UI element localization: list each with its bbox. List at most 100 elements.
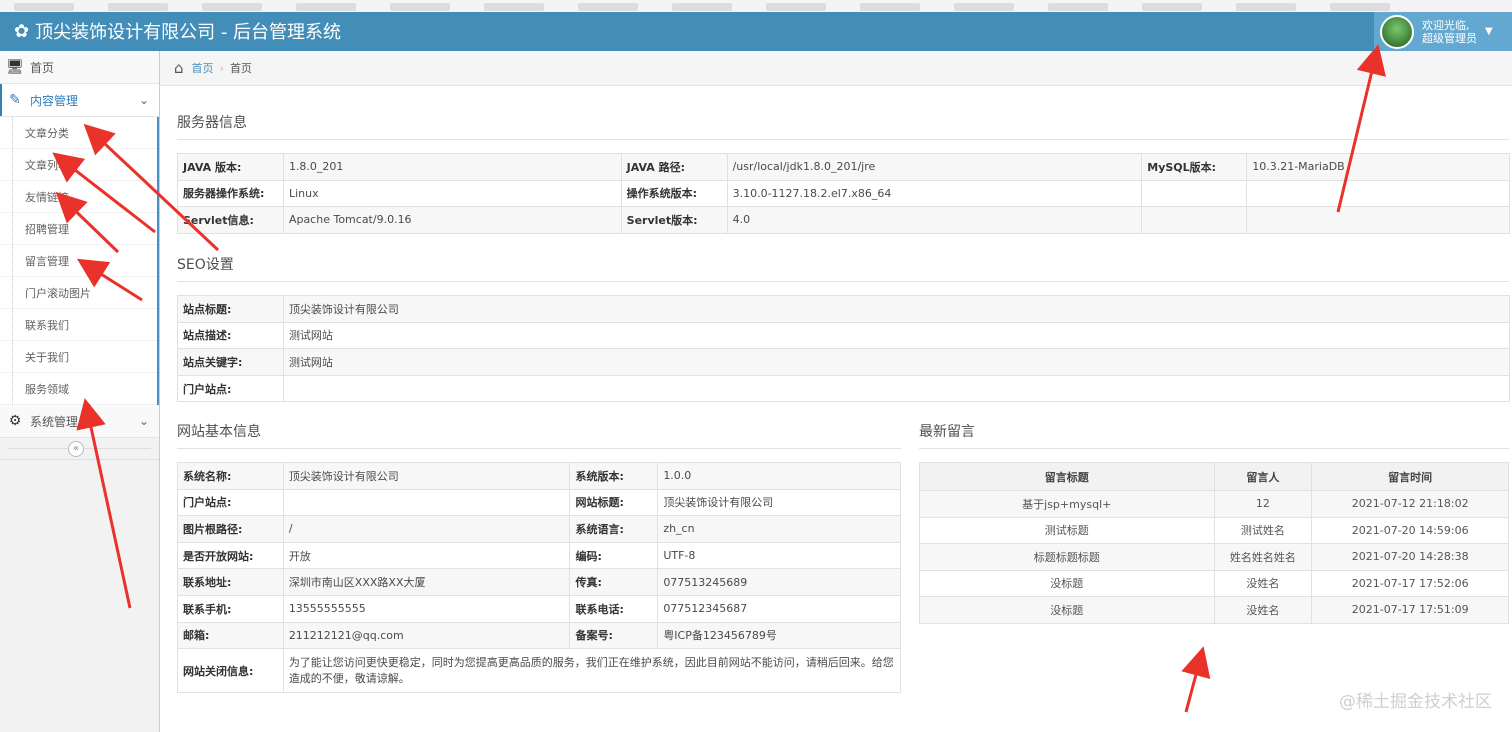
field-value: 211212121@qq.com (282, 621, 571, 650)
submenu-label: 友情链接 (25, 190, 69, 204)
submenu-label: 留言管理 (25, 254, 69, 268)
sidebar-item-content[interactable]: ✎ 内容管理 ⌄ (0, 84, 159, 117)
user-menu[interactable]: 欢迎光临, 超级管理员 ▼ (1374, 12, 1512, 51)
field-value: 13555555555 (282, 594, 571, 623)
monitor-icon: 🖥 (6, 59, 24, 75)
field-label: 服务器操作系统: (177, 179, 284, 208)
submenu-item-friend-links[interactable]: 友情链接 (0, 181, 157, 213)
table-row: 是否开放网站: 开放 编码: UTF-8 (177, 541, 901, 570)
submenu-item-about-us[interactable]: 关于我们 (0, 341, 157, 373)
messages-title: 最新留言 (919, 424, 975, 440)
site-close-message: 为了能让您访问更快更稳定，同时为您提高更高品质的服务，我们正在维护系统，因此目前… (282, 648, 902, 694)
table-row: 图片根路径: / 系统语言: zh_cn (177, 515, 901, 543)
table-row: 门户站点: (177, 374, 1511, 403)
submenu-item-portal-carousel[interactable]: 门户滚动图片 (0, 277, 157, 309)
field-label: JAVA 路径: (620, 153, 728, 181)
table-cell: 2021-07-17 17:52:06 (1311, 569, 1509, 597)
welcome-text: 欢迎光临, 超级管理员 (1422, 19, 1477, 45)
field-value: Linux (282, 179, 622, 208)
edit-icon: ✎ (9, 92, 21, 108)
seo-table: 站点标题: 顶尖装饰设计有限公司 站点描述: 测试网站 站点关键字: 测试网站 门户站点: (177, 295, 1511, 403)
table-cell: 2021-07-17 17:51:09 (1311, 596, 1509, 624)
field-label: 网站关闭信息: (177, 648, 284, 694)
table-cell: 姓名姓名姓名 (1213, 543, 1313, 571)
field-label: 网站标题: (569, 488, 659, 517)
field-label: 门户站点: (177, 374, 284, 403)
sidebar-item-system[interactable]: ⚙ 系统管理 ⌄ (0, 405, 159, 438)
table-cell: 12 (1213, 490, 1313, 518)
table-row: 系统名称: 顶尖装饰设计有限公司 系统版本: 1.0.0 (177, 462, 901, 490)
sidebar-item-label: 首页 (30, 60, 55, 75)
table-row[interactable]: 没标题 没姓名 2021-07-17 17:51:09 (919, 596, 1509, 624)
submenu-label: 关于我们 (25, 350, 69, 364)
caret-down-icon: ▼ (1485, 26, 1493, 37)
submenu-label: 文章分类 (25, 126, 69, 140)
field-label: 联系手机: (177, 594, 284, 623)
server-info-title: 服务器信息 (177, 115, 247, 131)
field-label (1141, 179, 1248, 208)
field-label: 联系电话: (569, 594, 659, 623)
sidebar-item-home[interactable]: 🖥 首页 (0, 51, 159, 84)
field-label: 操作系统版本: (620, 179, 728, 208)
field-value: 顶尖装饰设计有限公司 (657, 488, 901, 517)
field-value: 深圳市南山区XXX路XX大厦 (282, 568, 571, 596)
column-header[interactable]: 留言人 (1213, 462, 1313, 491)
table-cell: 测试姓名 (1213, 516, 1313, 544)
table-row[interactable]: 标题标题标题 姓名姓名姓名 2021-07-20 14:28:38 (919, 543, 1509, 571)
field-label: 系统版本: (569, 462, 659, 490)
table-row: 联系手机: 13555555555 联系电话: 077512345687 (177, 594, 901, 623)
table-cell: 标题标题标题 (919, 543, 1215, 571)
column-header[interactable]: 留言标题 (919, 462, 1215, 491)
table-row[interactable]: 测试标题 测试姓名 2021-07-20 14:59:06 (919, 516, 1509, 544)
submenu-item-article-list[interactable]: 文章列表 (0, 149, 157, 181)
messages-table: 留言标题 留言人 留言时间 基于jsp+mysql+ 12 2021-07-12 21:… (919, 462, 1509, 624)
content-submenu: 文章分类 文章列表 友情链接 招聘管理 留言管理 门户滚动图片 联系我们 关于我… (0, 117, 159, 405)
submenu-label: 门户滚动图片 (25, 286, 91, 300)
field-value: 1.8.0_201 (282, 153, 622, 181)
brand[interactable]: ✿ 顶尖装饰设计有限公司 - 后台管理系统 (14, 18, 341, 44)
field-label: 传真: (569, 568, 659, 596)
field-value: 测试网站 (282, 321, 1511, 350)
field-label: 站点关键字: (177, 348, 284, 376)
divider (177, 139, 1509, 140)
field-label: 门户站点: (177, 488, 284, 517)
field-label: 系统名称: (177, 462, 284, 490)
field-value: 测试网站 (282, 348, 1511, 376)
site-info-title: 网站基本信息 (177, 424, 261, 440)
server-info-table: JAVA 版本: 1.8.0_201 JAVA 路径:/usr/local/jdk1… (177, 153, 1510, 234)
field-value: / (282, 515, 571, 543)
field-value: 077513245689 (657, 568, 901, 596)
field-value (282, 488, 571, 517)
field-label: Servlet版本: (620, 206, 728, 234)
user-role: 超级管理员 (1422, 31, 1477, 45)
table-cell: 没姓名 (1213, 596, 1313, 624)
chevron-down-icon: ⌄ (138, 414, 149, 428)
field-label: 系统语言: (569, 515, 659, 543)
submenu-item-contact-us[interactable]: 联系我们 (0, 309, 157, 341)
submenu-item-article-category[interactable]: 文章分类 (0, 117, 157, 149)
divider (919, 448, 1509, 449)
breadcrumb: ⌂ 首页 › 首页 (160, 51, 1512, 86)
field-label: 备案号: (569, 621, 659, 650)
annotation-arrow (1181, 646, 1211, 713)
submenu-item-service-areas[interactable]: 服务领域 (0, 373, 157, 405)
submenu-item-recruitment[interactable]: 招聘管理 (0, 213, 157, 245)
table-row: 网站关闭信息: 为了能让您访问更快更稳定，同时为您提高更高品质的服务，我们正在维护… (177, 648, 902, 694)
field-value (1246, 179, 1510, 208)
double-chevron-left-icon[interactable]: « (68, 441, 84, 457)
sidebar: 🖥 首页 ✎ 内容管理 ⌄ 文章分类 文章列表 友情链接 招聘管理 留言管理 门… (0, 51, 160, 732)
table-row: 联系地址: 深圳市南山区XXX路XX大厦 传真: 077513245689 (177, 568, 901, 596)
welcome-line: 欢迎光临, (1422, 18, 1470, 32)
field-label: JAVA 版本: (177, 153, 284, 181)
table-row[interactable]: 基于jsp+mysql+ 12 2021-07-12 21:18:02 (919, 490, 1509, 518)
table-row: 服务器操作系统: Linux 操作系统版本: 3.10.0-1127.18.2.el7… (177, 179, 1510, 208)
submenu-label: 服务领域 (25, 382, 69, 396)
column-header[interactable]: 留言时间 (1311, 462, 1509, 491)
leaf-icon: ✿ (14, 20, 30, 42)
browser-bookmarks-bar (0, 0, 1512, 12)
sidebar-item-label: 内容管理 (30, 93, 79, 108)
submenu-item-messages[interactable]: 留言管理 (0, 245, 157, 277)
breadcrumb-home-link[interactable]: 首页 (192, 60, 214, 76)
table-row: 门户站点: 网站标题: 顶尖装饰设计有限公司 (177, 488, 901, 517)
table-row[interactable]: 没标题 没姓名 2021-07-17 17:52:06 (919, 569, 1509, 597)
